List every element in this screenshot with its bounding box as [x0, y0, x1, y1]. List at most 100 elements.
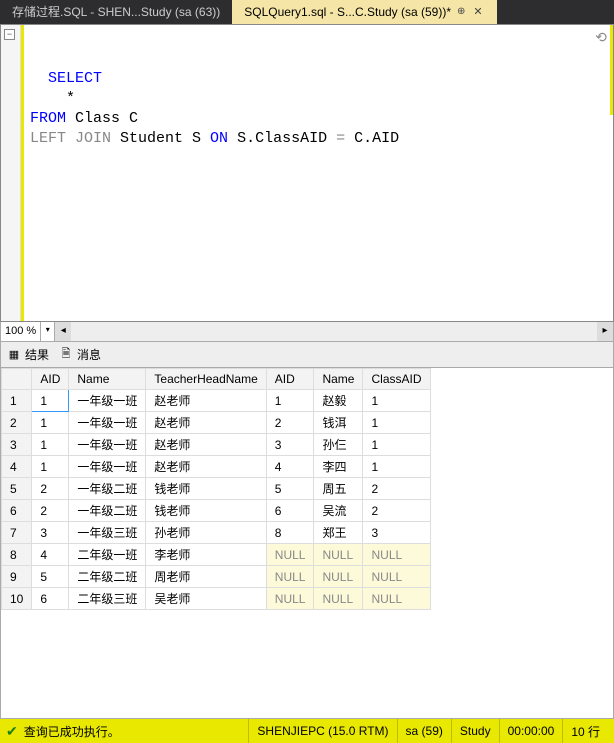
row-header[interactable]: 7: [2, 522, 32, 544]
cell[interactable]: 李四: [314, 456, 363, 478]
row-header[interactable]: 2: [2, 412, 32, 434]
cell[interactable]: 1: [32, 390, 69, 412]
cell[interactable]: 吴老师: [146, 588, 266, 610]
cell[interactable]: NULL: [314, 588, 363, 610]
cell[interactable]: 钱老师: [146, 500, 266, 522]
scroll-right-icon[interactable]: ▸: [597, 322, 613, 341]
cell[interactable]: 赵老师: [146, 456, 266, 478]
column-header[interactable]: AID: [266, 369, 314, 390]
cell[interactable]: 1: [32, 434, 69, 456]
cell[interactable]: 1: [363, 434, 430, 456]
cell[interactable]: 5: [266, 478, 314, 500]
cell[interactable]: 郑王: [314, 522, 363, 544]
cell[interactable]: 一年级一班: [69, 434, 146, 456]
cell[interactable]: 3: [32, 522, 69, 544]
zoom-level[interactable]: 100 %: [1, 322, 41, 341]
cell[interactable]: 一年级二班: [69, 500, 146, 522]
table-row[interactable]: 52一年级二班钱老师5周五2: [2, 478, 431, 500]
cell[interactable]: 4: [266, 456, 314, 478]
cell[interactable]: 一年级一班: [69, 390, 146, 412]
row-header[interactable]: 9: [2, 566, 32, 588]
collapse-toggle-icon[interactable]: −: [4, 29, 15, 40]
cell[interactable]: NULL: [266, 588, 314, 610]
table-row[interactable]: 73一年级三班孙老师8郑王3: [2, 522, 431, 544]
cell[interactable]: 二年级三班: [69, 588, 146, 610]
cell[interactable]: NULL: [314, 566, 363, 588]
cell[interactable]: 8: [266, 522, 314, 544]
close-icon[interactable]: ✕: [471, 4, 484, 20]
row-header[interactable]: 3: [2, 434, 32, 456]
cell[interactable]: NULL: [266, 566, 314, 588]
cell[interactable]: NULL: [363, 566, 430, 588]
table-row[interactable]: 21一年级一班赵老师2钱洱1: [2, 412, 431, 434]
cell[interactable]: 一年级三班: [69, 522, 146, 544]
row-header[interactable]: 6: [2, 500, 32, 522]
cell[interactable]: 钱老师: [146, 478, 266, 500]
cell[interactable]: 孙仨: [314, 434, 363, 456]
row-header[interactable]: 8: [2, 544, 32, 566]
cell[interactable]: 1: [363, 456, 430, 478]
row-header[interactable]: 4: [2, 456, 32, 478]
tab-sqlquery1[interactable]: SQLQuery1.sql - S...C.Study (sa (59))* ⊕…: [232, 0, 496, 24]
cell[interactable]: 3: [266, 434, 314, 456]
cell[interactable]: 一年级二班: [69, 478, 146, 500]
cell[interactable]: 李老师: [146, 544, 266, 566]
cell[interactable]: 1: [32, 456, 69, 478]
column-header[interactable]: ClassAID: [363, 369, 430, 390]
cell[interactable]: NULL: [266, 544, 314, 566]
cell[interactable]: 赵老师: [146, 434, 266, 456]
cell[interactable]: 5: [32, 566, 69, 588]
table-row[interactable]: 106二年级三班吴老师NULLNULLNULL: [2, 588, 431, 610]
cell[interactable]: 二年级一班: [69, 544, 146, 566]
cell[interactable]: 4: [32, 544, 69, 566]
cell[interactable]: 2: [32, 478, 69, 500]
cell[interactable]: NULL: [314, 544, 363, 566]
cell[interactable]: 6: [266, 500, 314, 522]
cell[interactable]: 3: [363, 522, 430, 544]
sql-editor[interactable]: − SELECT * FROM Class C LEFT JOIN Studen…: [0, 24, 614, 322]
pin-icon[interactable]: ⊕: [457, 4, 465, 20]
row-header[interactable]: 10: [2, 588, 32, 610]
cell[interactable]: 二年级二班: [69, 566, 146, 588]
code-area[interactable]: SELECT * FROM Class C LEFT JOIN Student …: [21, 25, 613, 321]
cell[interactable]: 1: [363, 390, 430, 412]
column-header[interactable]: Name: [69, 369, 146, 390]
cell[interactable]: NULL: [363, 588, 430, 610]
cell[interactable]: 1: [266, 390, 314, 412]
tab-stored-proc[interactable]: 存储过程.SQL - SHEN...Study (sa (63)): [0, 0, 232, 24]
cell[interactable]: 吴流: [314, 500, 363, 522]
tab-messages[interactable]: 🗎 消息: [59, 346, 101, 363]
table-row[interactable]: 62一年级二班钱老师6吴流2: [2, 500, 431, 522]
tab-results[interactable]: ▦ 结果: [7, 346, 49, 363]
cell[interactable]: NULL: [363, 544, 430, 566]
cell[interactable]: 2: [32, 500, 69, 522]
cell[interactable]: 赵老师: [146, 412, 266, 434]
cell[interactable]: 孙老师: [146, 522, 266, 544]
table-row[interactable]: 84二年级一班李老师NULLNULLNULL: [2, 544, 431, 566]
table-row[interactable]: 41一年级一班赵老师4李四1: [2, 456, 431, 478]
table-row[interactable]: 95二年级二班周老师NULLNULLNULL: [2, 566, 431, 588]
reload-icon[interactable]: ⟲: [593, 29, 609, 45]
cell[interactable]: 赵毅: [314, 390, 363, 412]
scroll-track[interactable]: [71, 322, 597, 341]
row-header[interactable]: 1: [2, 390, 32, 412]
cell[interactable]: 6: [32, 588, 69, 610]
cell[interactable]: 一年级一班: [69, 456, 146, 478]
table-row[interactable]: 31一年级一班赵老师3孙仨1: [2, 434, 431, 456]
row-header[interactable]: 5: [2, 478, 32, 500]
cell[interactable]: 2: [266, 412, 314, 434]
results-grid[interactable]: AIDNameTeacherHeadNameAIDNameClassAID11一…: [1, 368, 431, 610]
cell[interactable]: 赵老师: [146, 390, 266, 412]
column-header[interactable]: Name: [314, 369, 363, 390]
zoom-dropdown-icon[interactable]: ▾: [41, 322, 55, 341]
cell[interactable]: 一年级一班: [69, 412, 146, 434]
cell[interactable]: 1: [363, 412, 430, 434]
cell[interactable]: 1: [32, 412, 69, 434]
cell[interactable]: 钱洱: [314, 412, 363, 434]
scroll-left-icon[interactable]: ◂: [55, 322, 71, 341]
cell[interactable]: 2: [363, 478, 430, 500]
cell[interactable]: 周五: [314, 478, 363, 500]
column-header[interactable]: TeacherHeadName: [146, 369, 266, 390]
cell[interactable]: 周老师: [146, 566, 266, 588]
column-header[interactable]: AID: [32, 369, 69, 390]
